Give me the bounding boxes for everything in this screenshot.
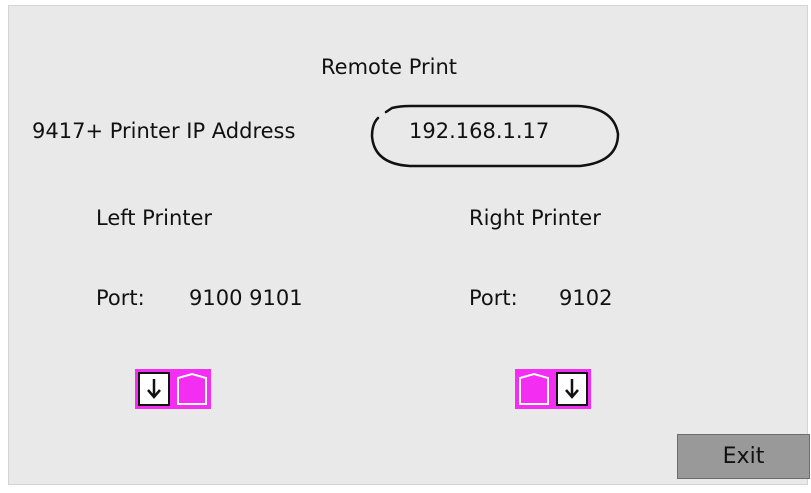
down-arrow-icon	[147, 379, 161, 399]
right-printer-port-label: Port:	[469, 286, 518, 310]
down-arrow-icon	[565, 379, 579, 399]
exit-button[interactable]: Exit	[677, 434, 810, 479]
printer-empty-slot-icon	[173, 369, 211, 409]
left-printer-port-value: 9100 9101	[189, 286, 303, 310]
remote-print-panel: Remote Print 9417+ Printer IP Address 19…	[8, 5, 810, 485]
right-printer-title: Right Printer	[469, 206, 601, 230]
right-printer-port-value: 9102	[559, 286, 613, 310]
left-printer-status-icon	[135, 369, 211, 409]
left-printer-port-label: Port:	[96, 286, 145, 310]
printer-active-slot-icon	[553, 369, 591, 409]
printer-active-slot-icon	[135, 369, 173, 409]
slot-outline-icon	[519, 372, 549, 405]
printer-ip-label: 9417+ Printer IP Address	[32, 119, 296, 143]
left-printer-title: Left Printer	[96, 206, 213, 230]
page-title: Remote Print	[321, 55, 458, 79]
slot-outline-icon	[177, 372, 207, 405]
printer-ip-value: 192.168.1.17	[409, 119, 550, 143]
right-printer-status-icon	[515, 369, 591, 409]
printer-empty-slot-icon	[515, 369, 553, 409]
